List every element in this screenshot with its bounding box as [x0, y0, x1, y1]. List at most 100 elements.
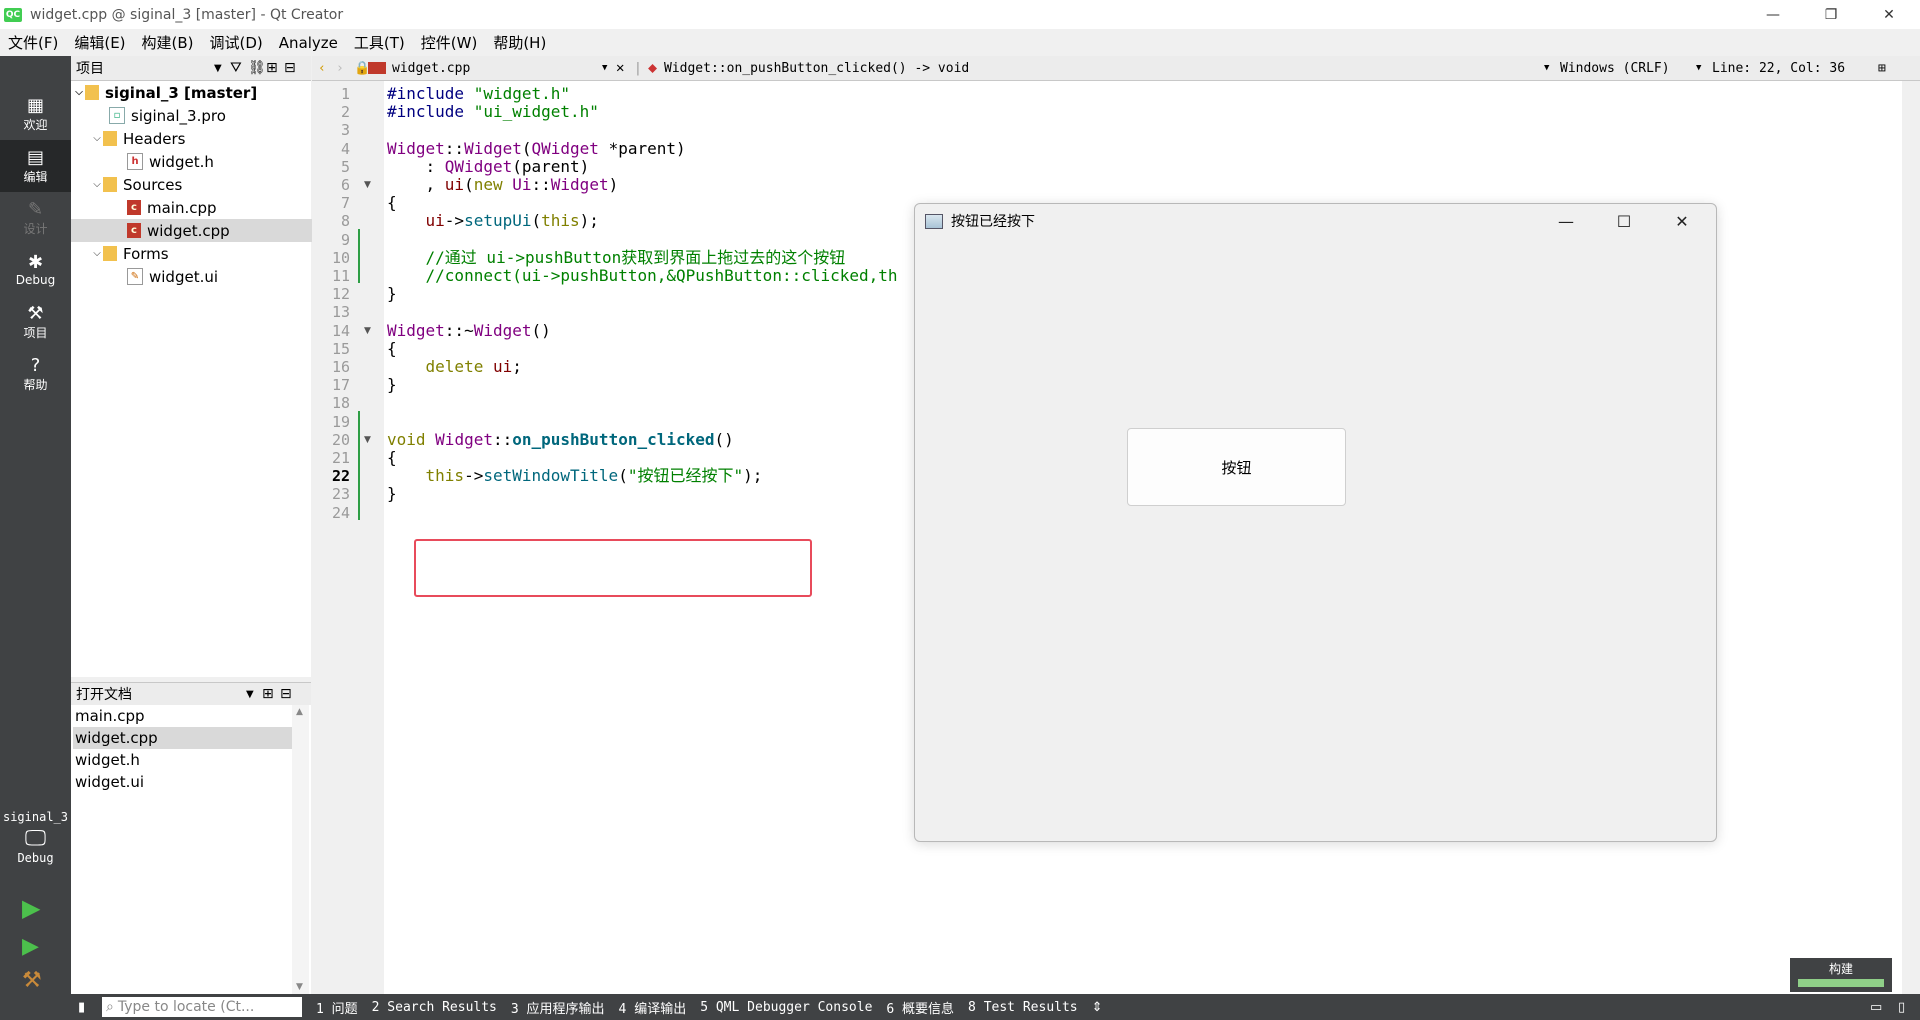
code-line: } — [387, 375, 397, 395]
folder-icon — [85, 85, 99, 100]
menu-edit[interactable]: 编辑(E) — [66, 32, 133, 53]
status-bar: ▮ ⌕ Type to locate (Ct... 1 问题 2 Search … — [0, 994, 1920, 1020]
close-document-icon[interactable]: ✕ — [616, 60, 634, 76]
tree-item-pro[interactable]: ▫ siginal_3.pro — [71, 104, 349, 127]
split-icon[interactable]: ⊞ — [262, 686, 280, 702]
right-sidebar-toggle-icon[interactable]: ▯ — [1898, 1000, 1905, 1015]
mode-projects[interactable]: ⚒ 项目 — [0, 296, 71, 348]
close-button[interactable]: ✕ — [1860, 0, 1918, 29]
scroll-up-icon[interactable]: ▲ — [296, 707, 303, 717]
forward-icon[interactable]: › — [336, 61, 354, 76]
sidebar-toggle-icon[interactable]: ▮ — [78, 1000, 85, 1015]
menu-bar: 文件(F) 编辑(E) 构建(B) 调试(D) Analyze 工具(T) 控件… — [0, 29, 1920, 56]
maximize-icon: ☐ — [1616, 211, 1632, 231]
fold-marker-icon[interactable]: ▼ — [364, 429, 371, 451]
tree-item-sources[interactable]: ⌵ Sources — [71, 173, 331, 196]
chevron-down-icon[interactable]: ⌵ — [91, 133, 103, 144]
push-button[interactable]: 按钮 — [1127, 428, 1346, 506]
app-window: 按钮已经按下 — ☐ ✕ 按钮 — [914, 203, 1717, 842]
chevron-down-icon[interactable]: ⌵ — [91, 179, 103, 190]
pane-more-icon[interactable]: ⇕ — [1092, 1000, 1103, 1015]
menu-file[interactable]: 文件(F) — [0, 32, 66, 53]
window-title: widget.cpp @ siginal_3 [master] - Qt Cre… — [30, 6, 344, 23]
menu-help[interactable]: 帮助(H) — [485, 32, 554, 53]
mode-edit[interactable]: ▤ 编辑 — [0, 140, 71, 192]
build-progress-bar — [1798, 979, 1884, 987]
function-icon: ⬥ — [648, 60, 658, 76]
app-minimize-button[interactable]: — — [1537, 204, 1595, 238]
cursor-position[interactable]: Line: 22, Col: 36 — [1712, 61, 1878, 76]
symbol-select[interactable]: Widget::on_pushButton_clicked() -> void — [664, 61, 1544, 76]
run-icon[interactable]: ▶ — [22, 894, 40, 922]
mode-welcome[interactable]: ▦ 欢迎 — [0, 88, 71, 140]
output-toggle-icon[interactable]: ▭ — [1870, 1000, 1882, 1015]
pane-search-results[interactable]: 2 Search Results — [372, 1000, 497, 1015]
tree-item-project[interactable]: ⌵ siginal_3 [master] — [71, 81, 313, 104]
split-icon[interactable]: ⊞ — [1878, 61, 1894, 76]
build-progress-badge[interactable]: 构建 — [1790, 958, 1892, 992]
menu-tools[interactable]: 工具(T) — [346, 32, 413, 53]
chevron-down-icon[interactable]: ▼ — [602, 63, 616, 73]
chevron-down-icon[interactable]: ⌵ — [91, 248, 103, 259]
pane-application-output[interactable]: 3 应用程序输出 — [511, 998, 605, 1017]
pane-issues[interactable]: 1 问题 — [316, 998, 358, 1017]
close-icon: ✕ — [1883, 6, 1895, 23]
back-icon[interactable]: ‹ — [318, 61, 336, 76]
close-pane-icon[interactable]: ⊟ — [280, 686, 298, 702]
pane-general-messages[interactable]: 6 概要信息 — [886, 998, 954, 1017]
app-maximize-button[interactable]: ☐ — [1595, 204, 1653, 238]
menu-build[interactable]: 构建(B) — [134, 32, 202, 53]
hammer-icon[interactable]: ⚒ — [22, 968, 42, 993]
close-pane-icon[interactable]: ⊟ — [284, 60, 302, 76]
tree-item-forms[interactable]: ⌵ Forms — [71, 242, 331, 265]
chevron-down-icon[interactable]: ▼ — [214, 63, 230, 74]
list-item[interactable]: widget.h — [73, 749, 293, 771]
pencil-icon: ✎ — [27, 198, 44, 220]
scroll-down-icon[interactable]: ▼ — [296, 982, 303, 992]
debug-run-icon[interactable]: ▶ — [22, 934, 39, 959]
file-select[interactable]: widget.cpp — [392, 61, 602, 76]
code-line: //connect(ui->pushButton,&QPushButton::c… — [425, 266, 898, 285]
locator-input[interactable]: ⌕ Type to locate (Ct... — [102, 997, 302, 1017]
pane-test-results[interactable]: 8 Test Results — [968, 1000, 1078, 1015]
pane-compile-output[interactable]: 4 编译输出 — [619, 998, 687, 1017]
list-item[interactable]: widget.ui — [73, 771, 293, 793]
encoding-select[interactable]: Windows (CRLF) — [1560, 61, 1696, 76]
list-item[interactable]: widget.cpp — [73, 727, 293, 749]
minimize-button[interactable]: — — [1744, 0, 1802, 29]
list-item[interactable]: main.cpp — [73, 705, 293, 727]
mode-design[interactable]: ✎ 设计 — [0, 192, 71, 244]
chevron-down-icon[interactable]: ▼ — [1544, 63, 1560, 73]
restore-button[interactable]: ❐ — [1802, 0, 1860, 29]
menu-analyze[interactable]: Analyze — [271, 34, 346, 52]
split-icon[interactable]: ⊞ — [266, 60, 284, 76]
open-documents-title[interactable]: 打开文档 — [76, 684, 246, 704]
link-icon[interactable]: ⛓ — [248, 60, 266, 76]
filter-icon[interactable]: ⛛ — [230, 60, 248, 76]
mode-debug[interactable]: ✱ Debug — [0, 244, 71, 296]
code-line: } — [387, 484, 397, 504]
fold-marker-icon[interactable]: ▼ — [364, 320, 371, 342]
project-panel-header: 项目 ▼ ⛛ ⛓ ⊞ ⊟ — [71, 56, 311, 81]
mode-help[interactable]: ? 帮助 — [0, 348, 71, 400]
menu-controls[interactable]: 控件(W) — [413, 32, 486, 53]
window-icon — [925, 213, 943, 229]
editor-scrollbar[interactable] — [1902, 81, 1920, 994]
folder-icon — [103, 131, 117, 146]
line-number-gutter: 1 2 3 4 5 6 7 8 9 10 11 12 13 14 15 16 17 18 19 20 21 22 23 24 — [312, 81, 356, 994]
code-line: this->setWindowTitle("按钮已经按下"); — [425, 466, 763, 486]
chevron-down-icon[interactable]: ▼ — [246, 689, 262, 700]
fold-marker-icon[interactable]: ▼ — [364, 174, 371, 196]
project-view-select[interactable]: 项目 — [76, 58, 214, 78]
pane-qml-debugger[interactable]: 5 QML Debugger Console — [700, 1000, 872, 1015]
kit-selector[interactable]: siginal_3 🖵 Debug — [0, 806, 71, 886]
header-file-icon: h — [127, 153, 143, 170]
app-window-titlebar: 按钮已经按下 — ☐ ✕ — [915, 204, 1716, 238]
open-documents-scrollbar[interactable]: ▲ ▼ — [292, 705, 309, 994]
help-icon: ? — [30, 354, 41, 376]
chevron-down-icon[interactable]: ▼ — [1696, 63, 1712, 73]
chevron-down-icon[interactable]: ⌵ — [73, 87, 85, 98]
app-close-button[interactable]: ✕ — [1653, 204, 1711, 238]
tree-item-headers[interactable]: ⌵ Headers — [71, 127, 331, 150]
menu-debug[interactable]: 调试(D) — [202, 32, 271, 53]
